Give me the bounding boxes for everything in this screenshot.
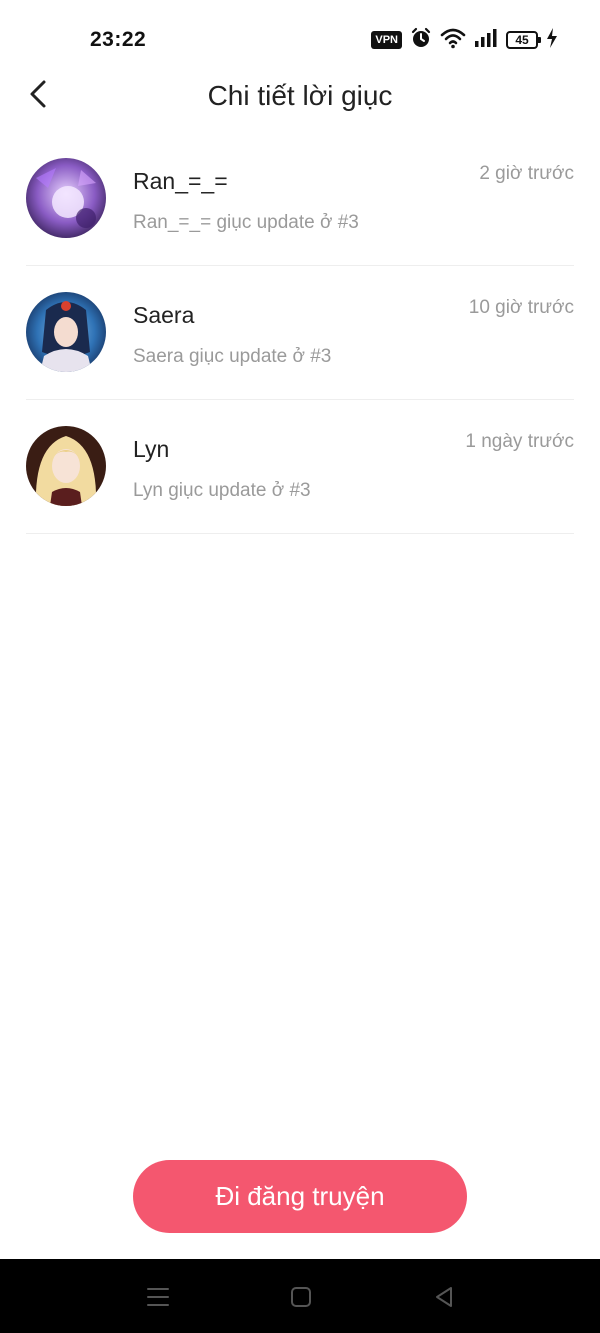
item-name: Lyn xyxy=(133,436,170,462)
status-time: 23:22 xyxy=(90,28,147,51)
charging-icon xyxy=(546,27,558,53)
alarm-icon xyxy=(410,27,432,54)
battery-icon: 45 xyxy=(506,31,541,49)
item-time: 10 giờ trước xyxy=(468,297,574,318)
item-time: 2 giờ trước xyxy=(479,163,574,184)
avatar[interactable] xyxy=(26,292,106,372)
vpn-icon: VPN xyxy=(371,31,402,49)
wifi-icon xyxy=(440,27,466,54)
item-name: Ran_=_= xyxy=(133,168,228,194)
header: Chi tiết lời giục xyxy=(0,60,600,140)
list-item[interactable]: Ran_=_= Ran_=_= giục update ở #3 2 giờ t… xyxy=(26,132,574,266)
battery-level: 45 xyxy=(515,33,529,47)
menu-button[interactable] xyxy=(142,1281,174,1313)
avatar[interactable] xyxy=(26,158,106,238)
home-icon xyxy=(291,1287,311,1307)
signal-icon xyxy=(474,28,498,53)
home-button[interactable] xyxy=(285,1281,317,1313)
publish-story-button[interactable]: Đi đăng truyện xyxy=(133,1160,467,1233)
menu-icon xyxy=(147,1288,169,1306)
status-icons: VPN 45 xyxy=(371,27,558,54)
back-triangle-icon xyxy=(436,1287,452,1307)
item-time: 1 ngày trước xyxy=(465,431,574,452)
reminder-list: Ran_=_= Ran_=_= giục update ở #3 2 giờ t… xyxy=(26,132,574,534)
item-description: Saera giục update ở #3 xyxy=(133,346,332,367)
page-title: Chi tiết lời giục xyxy=(207,80,393,111)
list-item[interactable]: Saera Saera giục update ở #3 10 giờ trướ… xyxy=(26,266,574,400)
item-name: Saera xyxy=(133,302,195,328)
item-description: Lyn giục update ở #3 xyxy=(133,480,311,501)
avatar[interactable] xyxy=(26,426,106,506)
item-description: Ran_=_= giục update ở #3 xyxy=(133,212,359,233)
list-item[interactable]: Lyn Lyn giục update ở #3 1 ngày trước xyxy=(26,400,574,534)
back-nav-button[interactable] xyxy=(428,1281,460,1313)
system-nav-bar xyxy=(0,1259,600,1333)
